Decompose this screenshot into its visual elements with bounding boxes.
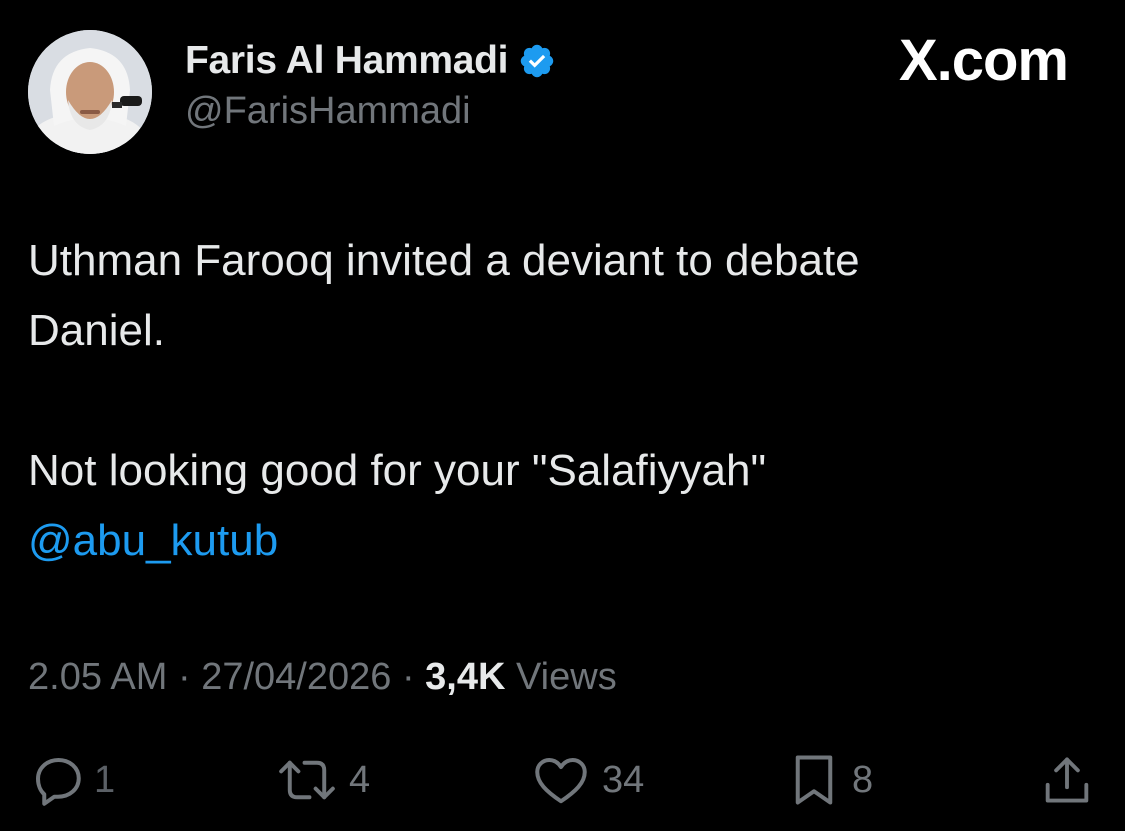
author-name-row[interactable]: Faris Al Hammadi bbox=[185, 38, 556, 84]
tweet-text: Uthman Farooq invited a deviant to debat… bbox=[28, 226, 1088, 576]
avatar-image bbox=[28, 30, 152, 154]
retweet-button[interactable]: 4 bbox=[275, 748, 370, 812]
tweet-text-line: Daniel. bbox=[28, 306, 165, 355]
views-count[interactable]: 3,4K bbox=[425, 656, 505, 698]
tweet-date[interactable]: 27/04/2026 bbox=[201, 656, 391, 698]
author-handle[interactable]: @FarisHammadi bbox=[185, 90, 471, 133]
reply-count: 1 bbox=[94, 758, 116, 801]
author-display-name[interactable]: Faris Al Hammadi bbox=[185, 39, 509, 83]
bookmark-icon bbox=[795, 755, 833, 805]
meta-separator: · bbox=[401, 656, 426, 698]
reply-button[interactable]: 1 bbox=[28, 748, 115, 812]
retweet-icon bbox=[279, 760, 335, 800]
reply-icon bbox=[36, 758, 81, 806]
retweet-count: 4 bbox=[349, 758, 371, 801]
tweet-meta: 2.05 AM · 27/04/2026 · 3,4K Views bbox=[28, 654, 617, 700]
share-icon bbox=[1045, 757, 1089, 803]
views-label: Views bbox=[516, 656, 617, 698]
like-icon bbox=[535, 758, 587, 804]
verified-badge-icon bbox=[518, 42, 556, 80]
tweet-time[interactable]: 2.05 AM bbox=[28, 656, 167, 698]
bookmark-count: 8 bbox=[852, 758, 874, 801]
mention-link[interactable]: @abu_kutub bbox=[28, 506, 1088, 576]
meta-separator: · bbox=[177, 656, 202, 698]
tweet-text-line: Uthman Farooq invited a deviant to debat… bbox=[28, 236, 860, 285]
share-button[interactable] bbox=[1038, 748, 1096, 812]
like-count: 34 bbox=[602, 758, 645, 801]
action-bar: 1 4 34 8 bbox=[0, 748, 1125, 812]
tweet-text-line: Not looking good for your "Salafiyyah" bbox=[28, 446, 767, 495]
like-button[interactable]: 34 bbox=[530, 748, 644, 812]
author-avatar[interactable] bbox=[28, 30, 152, 154]
bookmark-button[interactable]: 8 bbox=[786, 748, 873, 812]
brand-logo: X.com bbox=[898, 28, 1069, 93]
